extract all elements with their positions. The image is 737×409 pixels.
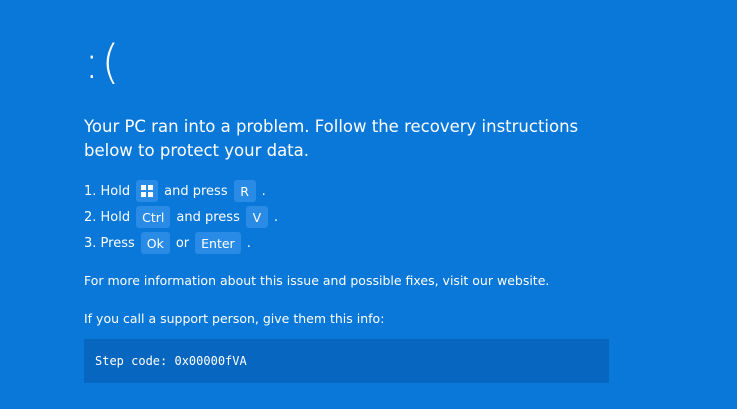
step-3: 3. Press Ok or Enter . — [84, 230, 278, 256]
step-1: 1. Hold and press R . — [84, 178, 278, 204]
r-key[interactable]: R — [233, 180, 256, 202]
sad-face: :( — [84, 35, 122, 89]
step-code: Step code: 0x00000fVA — [95, 354, 247, 368]
step-2-prefix: 2. Hold — [84, 209, 131, 225]
step-code-box: Step code: 0x00000fVA — [84, 339, 609, 383]
recovery-steps: 1. Hold and press R . 2. Hold Ctrl and p… — [84, 178, 278, 256]
windows-logo-icon — [141, 185, 153, 197]
step-1-prefix: 1. Hold — [84, 183, 131, 199]
v-key[interactable]: V — [245, 206, 268, 228]
step-3-mid: or — [175, 235, 190, 251]
more-info-text: For more information about this issue an… — [84, 273, 550, 288]
step-3-prefix: 3. Press — [84, 235, 135, 251]
windows-key[interactable] — [136, 180, 159, 202]
ok-button[interactable]: Ok — [140, 232, 170, 254]
error-headline: Your PC ran into a problem. Follow the r… — [84, 117, 579, 160]
step-2-mid: and press — [176, 209, 240, 225]
enter-key[interactable]: Enter — [195, 232, 241, 254]
step-2: 2. Hold Ctrl and press V . — [84, 204, 278, 230]
step-2-suffix: . — [273, 209, 278, 225]
support-info-text: If you call a support person, give them … — [84, 311, 385, 326]
step-1-mid: and press — [164, 183, 228, 199]
step-1-suffix: . — [261, 183, 266, 199]
ctrl-key[interactable]: Ctrl — [136, 206, 171, 228]
step-3-suffix: . — [246, 235, 251, 251]
